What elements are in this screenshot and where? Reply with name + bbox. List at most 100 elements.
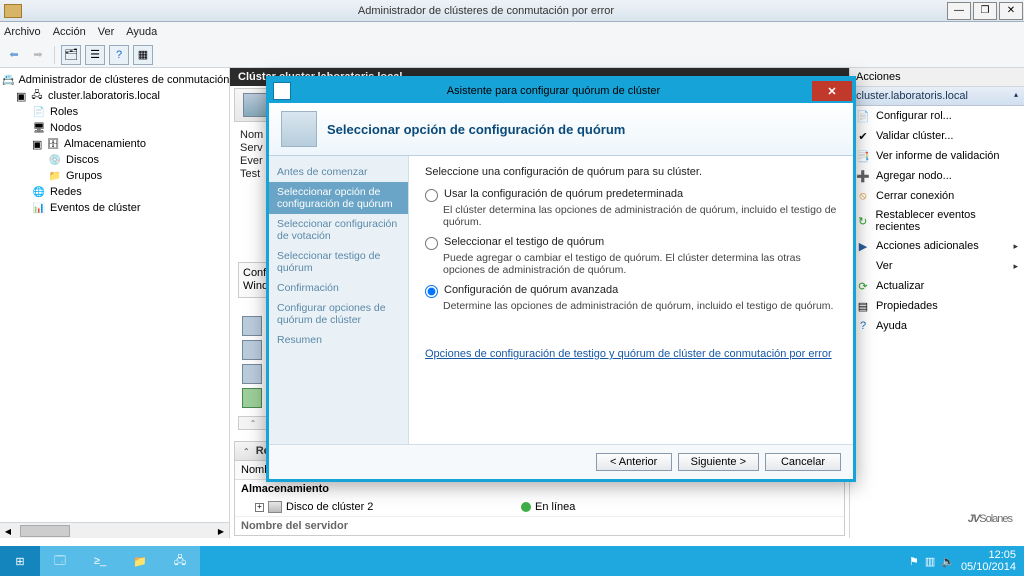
scroll-right-icon[interactable]: ▶ <box>213 523 229 539</box>
nodes-icon: 🖥 <box>32 121 46 135</box>
network-icon: 🌐 <box>32 185 46 199</box>
wizard-step-3[interactable]: Seleccionar configuración de votación <box>269 214 408 246</box>
toolbar-btn-1[interactable]: 🗂 <box>61 45 81 65</box>
action-informe[interactable]: 📑Ver informe de validación <box>850 146 1024 166</box>
tree-redes[interactable]: 🌐Redes <box>2 184 227 200</box>
section-collapse[interactable]: ⌃ <box>238 416 268 430</box>
action-adicionales[interactable]: ▶Acciones adicionales▸ <box>850 236 1024 256</box>
tree-grupos[interactable]: 📁Grupos <box>2 168 227 184</box>
task-cluster-manager[interactable]: 🖧 <box>160 546 200 576</box>
wizard-cancel-button[interactable]: Cancelar <box>765 453 841 471</box>
nav-forward-button[interactable]: ➡ <box>28 45 48 65</box>
chevron-right-icon: ▸ <box>1013 241 1018 252</box>
tree-hscroll[interactable]: ◀ ▶ <box>0 522 229 538</box>
expand-icon[interactable]: ▣ <box>16 90 26 103</box>
tree-roles[interactable]: 📄Roles <box>2 104 227 120</box>
toolbar-btn-2[interactable]: ☰ <box>85 45 105 65</box>
tray-flag-icon[interactable]: ⚑ <box>909 555 919 568</box>
resource-group-almacenamiento[interactable]: Almacenamiento <box>235 480 844 498</box>
radio-advanced[interactable] <box>425 285 438 298</box>
action-ayuda[interactable]: ?Ayuda <box>850 316 1024 336</box>
maximize-button[interactable]: ❐ <box>973 2 997 20</box>
tree-eventos[interactable]: 📊Eventos de clúster <box>2 200 227 216</box>
system-tray[interactable]: ⚑ ▥ 🔈 12:05 05/10/2014 <box>901 549 1024 573</box>
chevron-up-icon: ⌃ <box>250 419 257 428</box>
action-propiedades[interactable]: ▤Propiedades <box>850 296 1024 316</box>
chevron-up-icon: ▴ <box>1014 90 1018 102</box>
wizard-header-icon <box>281 111 317 147</box>
wizard-step-6[interactable]: Configurar opciones de quórum de clúster <box>269 298 408 330</box>
resource-group-server[interactable]: Nombre del servidor <box>235 516 844 535</box>
menu-ayuda[interactable]: Ayuda <box>126 26 157 38</box>
events-icon: 📊 <box>32 201 46 215</box>
properties-icon: ▤ <box>856 299 870 313</box>
group-icon: 📁 <box>48 169 62 183</box>
radio-default[interactable] <box>425 189 438 202</box>
scroll-thumb[interactable] <box>20 525 70 537</box>
action-actualizar[interactable]: ⟳Actualizar <box>850 276 1024 296</box>
wizard-steps: Antes de comenzar Seleccionar opción de … <box>269 156 409 444</box>
task-explorer[interactable]: 📁 <box>120 546 160 576</box>
more-actions-icon: ▶ <box>856 239 870 253</box>
wizard-titlebar[interactable]: Asistente para configurar quórum de clús… <box>269 79 853 103</box>
taskbar-clock[interactable]: 12:05 05/10/2014 <box>961 549 1016 573</box>
tree-discos[interactable]: 💿Discos <box>2 152 227 168</box>
nav-back-button[interactable]: ⬅ <box>4 45 24 65</box>
expand-row-icon[interactable]: + <box>255 503 264 512</box>
expand-icon[interactable]: ▣ <box>32 138 42 151</box>
action-configurar-rol[interactable]: 📄Configurar rol... <box>850 106 1024 126</box>
wizard-prev-button[interactable]: < Anterior <box>596 453 672 471</box>
wizard-step-7[interactable]: Resumen <box>269 330 408 350</box>
action-validar[interactable]: ✔Validar clúster... <box>850 126 1024 146</box>
wizard-next-button[interactable]: Siguiente > <box>678 453 759 471</box>
side-icon-4[interactable] <box>242 388 262 408</box>
action-cerrar-conexion[interactable]: ⦸Cerrar conexión <box>850 186 1024 206</box>
wizard-step-4[interactable]: Seleccionar testigo de quórum <box>269 246 408 278</box>
side-icon-2[interactable] <box>242 340 262 360</box>
menu-accion[interactable]: Acción <box>53 26 86 38</box>
tree-cluster[interactable]: ▣🖧cluster.laboratoris.local <box>2 88 227 104</box>
wizard-step-2[interactable]: Seleccionar opción de configuración de q… <box>269 182 408 214</box>
side-icon-3[interactable] <box>242 364 262 384</box>
wizard-step-1[interactable]: Antes de comenzar <box>269 162 408 182</box>
action-restablecer-eventos[interactable]: ↻Restablecer eventos recientes <box>850 206 1024 236</box>
wizard-step-5[interactable]: Confirmación <box>269 278 408 298</box>
toolbar: ⬅ ➡ 🗂 ☰ ? ▦ <box>0 42 1024 68</box>
help-button[interactable]: ? <box>109 45 129 65</box>
chevron-right-icon: ▸ <box>1013 261 1018 272</box>
cluster-mgr-icon: 📇 <box>2 73 14 87</box>
close-button[interactable]: ✕ <box>999 2 1023 20</box>
start-button[interactable]: ⊞ <box>0 546 40 576</box>
toolbar-btn-3[interactable]: ▦ <box>133 45 153 65</box>
app-icon <box>4 4 22 18</box>
wizard-close-button[interactable]: ✕ <box>812 81 852 101</box>
menu-archivo[interactable]: Archivo <box>4 26 41 38</box>
radio-witness[interactable] <box>425 237 438 250</box>
roles-icon: 📄 <box>32 105 46 119</box>
side-icon-1[interactable] <box>242 316 262 336</box>
tree-nodos[interactable]: 🖥Nodos <box>2 120 227 136</box>
chevron-up-icon[interactable]: ⌃ <box>243 447 250 456</box>
wizard-help-link[interactable]: Opciones de configuración de testigo y q… <box>425 348 832 360</box>
minimize-button[interactable]: — <box>947 2 971 20</box>
tray-network-icon[interactable]: ▥ <box>925 555 935 568</box>
wizard-app-icon <box>273 82 291 100</box>
wizard-option-witness[interactable]: Seleccionar el testigo de quórum <box>425 236 837 250</box>
tree-root[interactable]: 📇Administrador de clústeres de conmutaci… <box>2 72 227 88</box>
wizard-option-default[interactable]: Usar la configuración de quórum predeter… <box>425 188 837 202</box>
task-powershell[interactable]: ≥_ <box>80 546 120 576</box>
menu-ver[interactable]: Ver <box>98 26 115 38</box>
actions-section[interactable]: cluster.laboratoris.local▴ <box>850 87 1024 106</box>
resource-row-disk2[interactable]: +Disco de clúster 2 En línea <box>235 498 844 516</box>
tray-sound-icon[interactable]: 🔈 <box>941 555 955 568</box>
actions-pane: Acciones cluster.laboratoris.local▴ 📄Con… <box>849 68 1024 538</box>
action-ver[interactable]: Ver▸ <box>850 256 1024 276</box>
tree-almacenamiento[interactable]: ▣🗄Almacenamiento <box>2 136 227 152</box>
action-agregar-nodo[interactable]: ➕Agregar nodo... <box>850 166 1024 186</box>
wizard-option-advanced[interactable]: Configuración de quórum avanzada <box>425 284 837 298</box>
scroll-left-icon[interactable]: ◀ <box>0 523 16 539</box>
task-server-manager[interactable]: 🗔 <box>40 546 80 576</box>
menu-bar: Archivo Acción Ver Ayuda <box>0 22 1024 42</box>
add-node-icon: ➕ <box>856 169 870 183</box>
nav-tree-pane: 📇Administrador de clústeres de conmutaci… <box>0 68 230 538</box>
